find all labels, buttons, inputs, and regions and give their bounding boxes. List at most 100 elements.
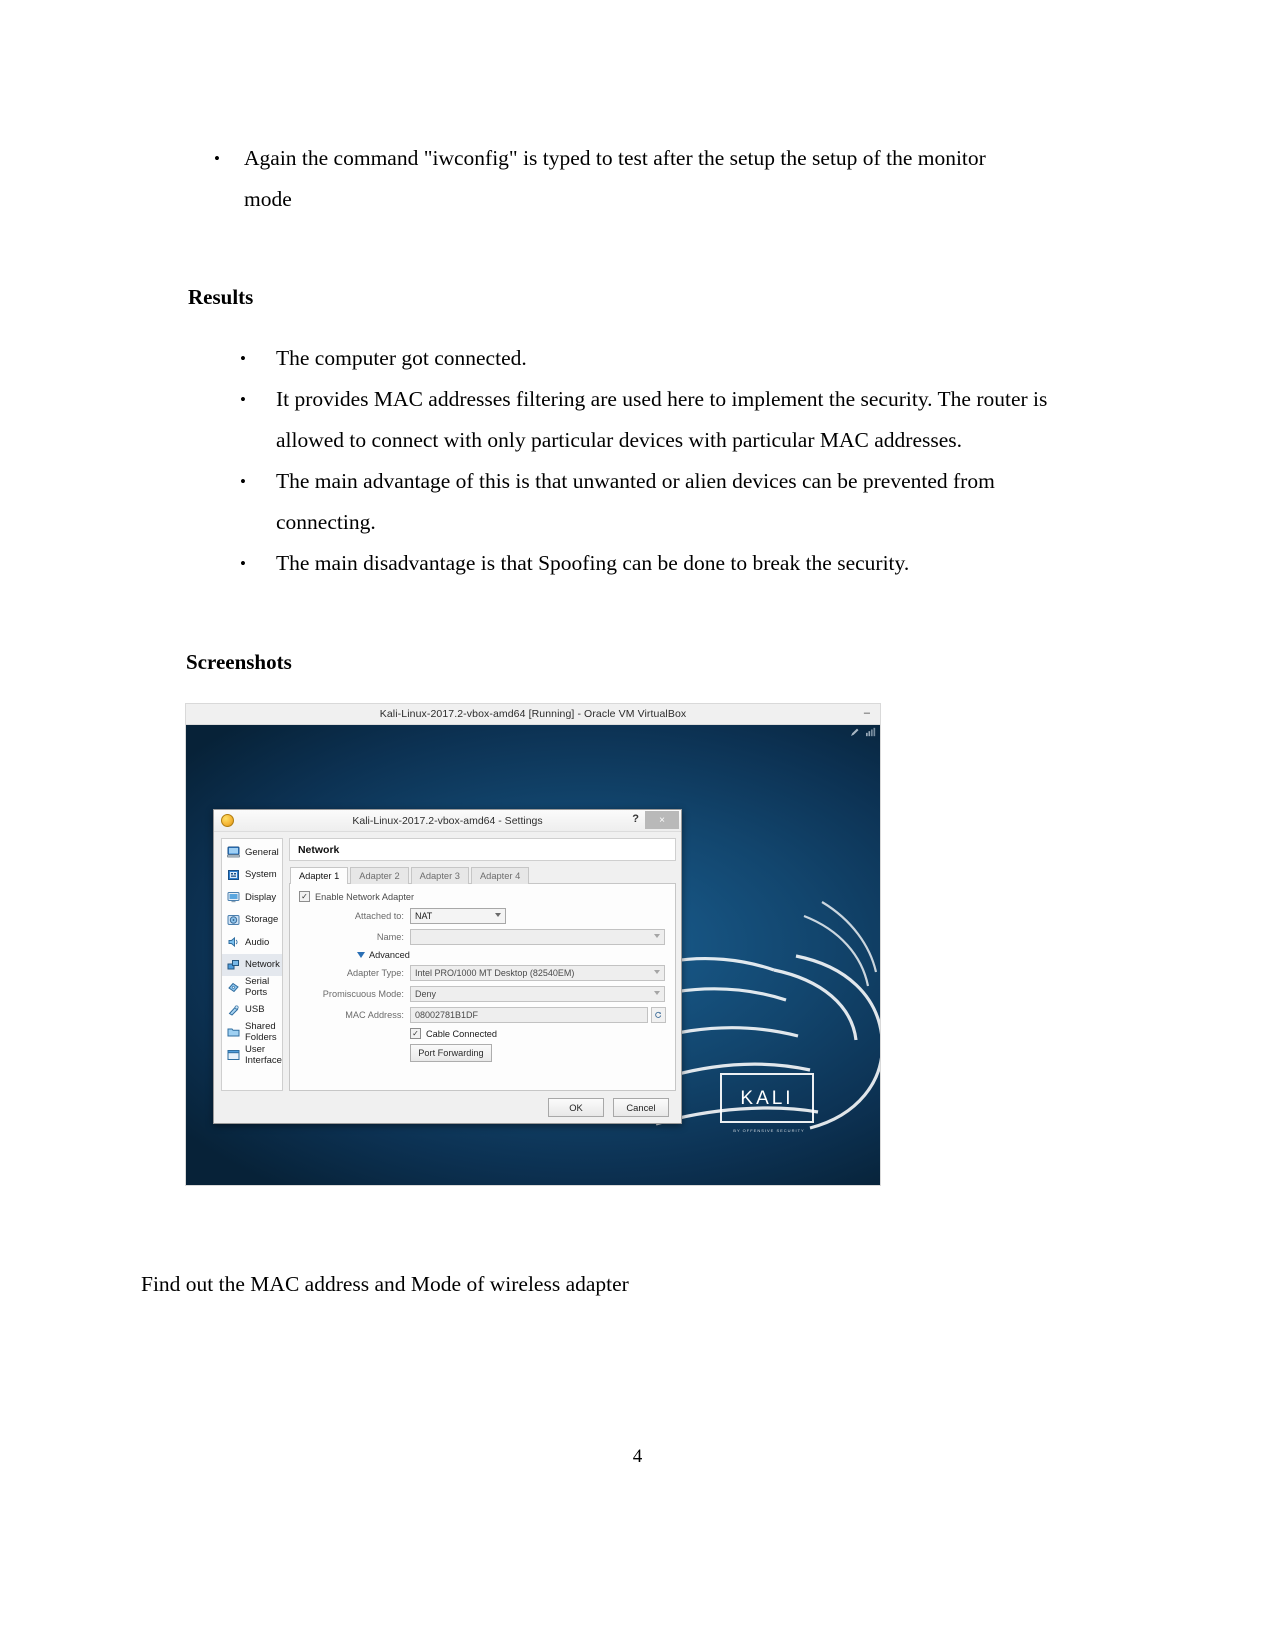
sidebar-item-display[interactable]: Display xyxy=(222,886,282,909)
adapter-type-label: Adapter Type: xyxy=(346,968,404,978)
adapter-type-select[interactable]: Intel PRO/1000 MT Desktop (82540EM) xyxy=(409,965,665,981)
list-item: • It provides MAC addresses filtering ar… xyxy=(240,379,1070,461)
chevron-down-icon xyxy=(356,952,365,958)
sidebar-item-label: Display xyxy=(245,891,277,903)
close-button[interactable]: × xyxy=(645,811,679,829)
list-item-text: The main disadvantage is that Spoofing c… xyxy=(276,551,910,575)
list-item-text: It provides MAC addresses filtering are … xyxy=(276,387,1048,452)
settings-panel: Network Adapter 1 Adapter 2 Adapter 3 Ad… xyxy=(288,838,676,1091)
network-icon xyxy=(227,959,239,970)
tab-adapter-1[interactable]: Adapter 1 xyxy=(289,867,349,884)
panel-title: Network xyxy=(288,838,676,861)
kali-logo: KALI xyxy=(720,1073,814,1123)
list-item-text: The computer got connected. xyxy=(276,346,527,370)
adapter-type-value: Intel PRO/1000 MT Desktop (82540EM) xyxy=(414,968,575,978)
sidebar-item-label: Audio xyxy=(245,936,270,948)
help-button[interactable]: ? xyxy=(632,813,639,825)
cable-connected-label: Cable Connected xyxy=(425,1028,497,1039)
usb-icon xyxy=(228,1005,239,1016)
sidebar-item-label: User Interface xyxy=(245,1043,282,1066)
adapter-type-row: Adapter Type: Intel PRO/1000 MT Desktop … xyxy=(299,965,666,981)
results-list: • The computer got connected. • It provi… xyxy=(240,338,1070,584)
list-item: • The main advantage of this is that unw… xyxy=(240,461,1070,543)
attached-to-row: Attached to: NAT xyxy=(299,908,666,924)
ok-button[interactable]: OK xyxy=(548,1097,604,1117)
sidebar-item-usb[interactable]: USB xyxy=(222,999,282,1022)
chevron-down-icon xyxy=(653,934,660,938)
bullet-glyph: • xyxy=(240,554,246,573)
promiscuous-mode-select[interactable]: Deny xyxy=(409,986,665,1002)
sidebar-item-label: Shared Folders xyxy=(245,1021,277,1044)
kali-desktop: KALI BY OFFENSIVE SECURITY Kali-Linux-20… xyxy=(186,725,880,1185)
tab-adapter-4[interactable]: Adapter 4 xyxy=(470,867,530,884)
sidebar-item-audio[interactable]: Audio xyxy=(222,931,282,954)
name-row: Name: xyxy=(299,929,666,945)
sidebar-item-network[interactable]: Network xyxy=(222,953,282,976)
sidebar-item-system[interactable]: System xyxy=(222,864,282,887)
adapter-tabs: Adapter 1 Adapter 2 Adapter 3 Adapter 4 xyxy=(289,867,676,884)
promiscuous-mode-value: Deny xyxy=(414,989,436,999)
sidebar-item-label: Storage xyxy=(245,914,279,926)
cable-connected-checkbox[interactable]: ✓ xyxy=(409,1028,421,1039)
vm-window-titlebar: Kali-Linux-2017.2-vbox-amd64 [Running] -… xyxy=(186,704,880,725)
sidebar-item-label: USB xyxy=(245,1004,265,1016)
attached-to-value: NAT xyxy=(414,911,433,921)
tab-adapter-3[interactable]: Adapter 3 xyxy=(410,867,469,884)
sidebar-item-shared-folders[interactable]: Shared Folders xyxy=(222,1021,282,1044)
list-item-text: The main advantage of this is that unwan… xyxy=(276,469,995,534)
bullet-glyph: • xyxy=(240,349,246,368)
name-select[interactable] xyxy=(409,929,665,945)
enable-network-adapter-checkbox[interactable]: ✓ xyxy=(298,891,310,902)
folder-icon xyxy=(227,1028,240,1037)
speaker-icon xyxy=(228,937,238,948)
sidebar-item-label: System xyxy=(245,869,277,881)
tab-adapter-2[interactable]: Adapter 2 xyxy=(350,867,409,884)
advanced-label: Advanced xyxy=(368,950,410,960)
intro-bullet-text: Again the command "iwconfig" is typed to… xyxy=(244,146,986,211)
settings-dialog: Kali-Linux-2017.2-vbox-amd64 - Settings … xyxy=(213,809,682,1124)
attached-to-label: Attached to: xyxy=(354,911,404,921)
serial-port-icon xyxy=(228,983,239,993)
bullet-glyph: • xyxy=(214,149,220,168)
chevron-down-icon xyxy=(494,913,501,917)
list-item: • The main disadvantage is that Spoofing… xyxy=(240,543,1070,584)
document-page: • Again the command "iwconfig" is typed … xyxy=(0,0,1275,1650)
enable-network-adapter-label: Enable Network Adapter xyxy=(314,891,415,902)
sidebar-item-label: Serial Ports xyxy=(245,976,270,999)
page-number: 4 xyxy=(632,1446,643,1467)
cancel-button[interactable]: Cancel xyxy=(613,1097,669,1117)
chip-icon xyxy=(228,869,239,880)
chevron-down-icon xyxy=(653,991,660,995)
pencil-icon xyxy=(851,728,859,736)
bullet-glyph: • xyxy=(240,472,246,491)
screenshots-heading: Screenshots xyxy=(186,650,292,674)
virtualbox-screenshot: Kali-Linux-2017.2-vbox-amd64 [Running] -… xyxy=(186,704,880,1185)
mac-address-label: MAC Address: xyxy=(345,1010,404,1020)
minimize-icon[interactable]: – xyxy=(864,708,870,719)
chevron-down-icon xyxy=(653,970,660,974)
network-tray-icon xyxy=(866,727,876,737)
sidebar-item-serial-ports[interactable]: Serial Ports xyxy=(222,976,282,999)
screenshot-caption: Find out the MAC address and Mode of wir… xyxy=(141,1272,629,1296)
advanced-toggle[interactable]: Advanced xyxy=(356,950,666,960)
sidebar-item-user-interface[interactable]: User Interface xyxy=(222,1044,282,1067)
sidebar-item-label: General xyxy=(245,846,279,858)
list-item: • The computer got connected. xyxy=(240,338,1070,379)
cable-connected-row[interactable]: ✓ Cable Connected xyxy=(409,1028,666,1039)
sidebar-item-storage[interactable]: Storage xyxy=(222,909,282,932)
mac-address-input[interactable]: 08002781B1DF xyxy=(409,1007,648,1023)
results-heading: Results xyxy=(188,285,254,309)
port-forwarding-button[interactable]: Port Forwarding xyxy=(409,1044,492,1062)
dialog-body: General System Display Storage Audio Net… xyxy=(214,832,681,1091)
attached-to-select[interactable]: NAT xyxy=(409,908,506,924)
disk-icon xyxy=(227,914,240,925)
desktop-tray xyxy=(850,727,876,737)
kali-logo-text: KALI xyxy=(740,1087,794,1109)
name-label: Name: xyxy=(376,932,404,942)
sidebar-item-general[interactable]: General xyxy=(222,841,282,864)
refresh-icon[interactable] xyxy=(650,1007,666,1023)
dialog-title: Kali-Linux-2017.2-vbox-amd64 - Settings xyxy=(352,814,543,827)
kali-logo-subtitle: BY OFFENSIVE SECURITY xyxy=(733,1128,805,1133)
enable-network-adapter-row[interactable]: ✓ Enable Network Adapter xyxy=(298,891,666,902)
promiscuous-mode-row: Promiscuous Mode: Deny xyxy=(299,986,666,1002)
